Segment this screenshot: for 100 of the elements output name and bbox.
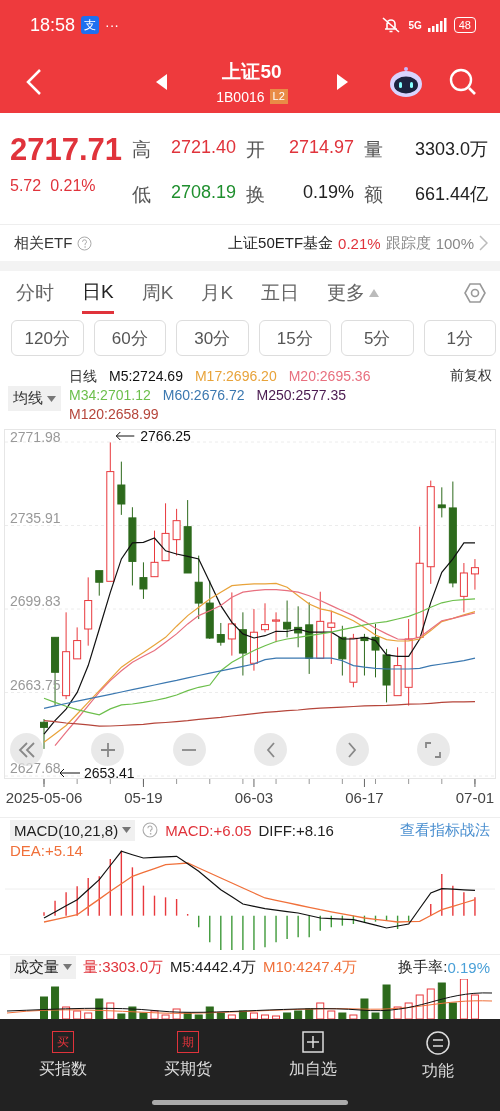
axis-label: 2735.91 <box>10 509 61 526</box>
robot-assistant-button[interactable] <box>388 65 424 98</box>
ma-dropdown[interactable]: 均线 <box>8 386 61 411</box>
etf-fund-change: 0.21% <box>338 234 381 252</box>
help-icon[interactable] <box>142 822 159 838</box>
candlestick <box>117 461 126 516</box>
chart-tab[interactable]: 五日 <box>261 274 300 312</box>
period-button[interactable]: 120分 <box>11 320 84 356</box>
indicator-dropdown[interactable]: 成交量 <box>10 955 76 979</box>
volume-bar <box>62 1006 71 1019</box>
search-button[interactable] <box>448 66 478 97</box>
etf-fund-name[interactable]: 上证50ETF基金 <box>228 233 334 253</box>
macd-bar <box>175 898 178 917</box>
triangle-left-icon <box>156 73 168 90</box>
settings-icon[interactable] <box>464 282 486 304</box>
volume-bar <box>106 1002 115 1019</box>
macd-bar <box>407 914 410 924</box>
bottom-action-button[interactable]: 买 买指数 <box>0 1031 125 1080</box>
percent-change: 0.21% <box>50 177 96 195</box>
axis-label: 05-19 <box>124 789 163 806</box>
indicator-dropdown[interactable]: MACD(10,21,8) <box>10 819 136 841</box>
robot-icon <box>388 65 424 98</box>
axis-label: 2627.68 <box>10 760 61 777</box>
candlestick <box>238 611 247 677</box>
more-notifications-icon: ··· <box>105 17 120 33</box>
menu-icon <box>425 1031 450 1055</box>
back-icon <box>24 66 44 97</box>
next-index-button[interactable] <box>336 73 348 90</box>
volume-bar <box>128 1006 137 1019</box>
stat-value: 661.44亿 <box>413 183 489 206</box>
candlestick <box>216 622 225 647</box>
candlestick <box>283 600 292 638</box>
candlestick <box>470 558 479 591</box>
fullscreen-icon <box>425 741 442 758</box>
turnover-value: 0.19% <box>447 958 490 976</box>
candlestick <box>150 530 159 578</box>
bottom-action-button[interactable]: 功能 <box>375 1031 500 1082</box>
caret-up-icon <box>369 289 380 297</box>
chart-period-label: 日线 <box>69 367 97 386</box>
ma-value: M120:2658.99 <box>69 405 159 424</box>
period-button[interactable]: 1分 <box>423 320 496 356</box>
candlestick <box>73 626 82 660</box>
stat-label: 量 <box>364 138 384 162</box>
chart-tab[interactable]: 月K <box>201 274 234 312</box>
app-notification-icon: 支 <box>81 16 100 34</box>
macd-bar <box>396 914 399 930</box>
back-button[interactable] <box>24 66 44 97</box>
dea-value: DEA:+5.14 <box>10 842 83 859</box>
macd-bar <box>374 914 377 923</box>
plus-box-icon <box>301 1031 324 1053</box>
period-button[interactable]: 60分 <box>93 320 166 356</box>
help-icon[interactable] <box>77 235 93 251</box>
candlestick <box>459 562 468 613</box>
candlestick <box>194 555 203 620</box>
index-code: 1B0016 <box>216 88 265 105</box>
chevron-right-icon <box>346 741 359 758</box>
stat-label: 开 <box>246 138 266 162</box>
bottom-action-button[interactable]: 期 买期货 <box>125 1031 250 1080</box>
candlestick <box>205 580 214 640</box>
previous-index-button[interactable] <box>156 73 168 90</box>
candlestick <box>172 508 181 557</box>
axis-label: 06-03 <box>234 789 274 806</box>
stat-value: 2708.19 <box>169 182 237 204</box>
macd-bar <box>352 914 355 925</box>
macd-value: MACD:+6.05 <box>165 821 252 839</box>
axis-label: 2025-05-06 <box>5 789 83 806</box>
volume-value: 量:3303.0万 <box>83 957 164 977</box>
candlestick <box>338 625 347 677</box>
chart-tab[interactable]: 周K <box>141 274 174 312</box>
annotation: 2766.25 <box>140 428 192 444</box>
candlestick <box>371 623 380 678</box>
chevron-right-icon[interactable] <box>479 235 488 251</box>
triangle-right-icon <box>336 73 348 90</box>
indicator-strategy-link[interactable]: 查看指标战法 <box>400 820 490 840</box>
chart-tab[interactable]: 分时 <box>16 274 54 312</box>
candlestick <box>95 570 104 597</box>
candlestick <box>227 591 236 657</box>
macd-bar <box>131 866 134 917</box>
volume-m5-value: M5:4442.4万 <box>170 957 256 977</box>
axis-label: 2699.83 <box>10 593 61 609</box>
stat-value: 2721.40 <box>169 137 237 159</box>
adjustment-label[interactable]: 前复权 <box>450 367 492 385</box>
period-button[interactable]: 15分 <box>258 320 331 356</box>
ma-value: M17:2696.20 <box>194 367 277 386</box>
period-button[interactable]: 5分 <box>341 320 414 356</box>
volume-m10-value: M10:4247.4万 <box>262 957 358 977</box>
minus-icon <box>181 747 198 752</box>
bottom-action-button[interactable]: 加自选 <box>250 1031 375 1080</box>
candlestick <box>139 561 148 600</box>
volume-bar <box>51 986 60 1019</box>
chart-tab[interactable]: 日K <box>82 272 114 314</box>
candlestick <box>437 486 446 518</box>
caret-down-icon <box>63 964 72 970</box>
chart-tab[interactable]: 更多 <box>327 274 380 312</box>
candlestick <box>261 602 269 633</box>
macd-bar <box>142 884 145 917</box>
period-button[interactable]: 30分 <box>176 320 249 356</box>
stat-label: 额 <box>364 183 384 207</box>
macd-bar <box>363 914 366 924</box>
related-etf-label: 相关ETF <box>14 233 73 253</box>
